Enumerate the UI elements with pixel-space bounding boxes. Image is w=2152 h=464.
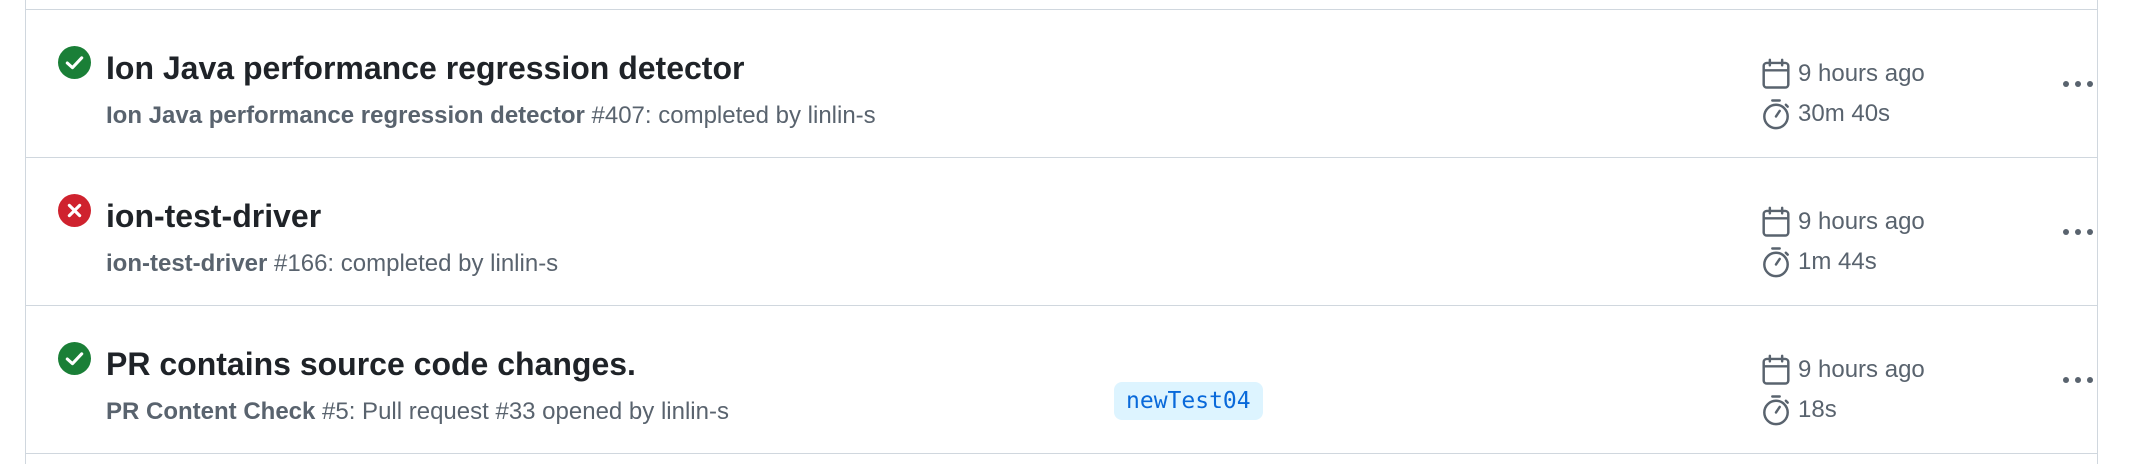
stopwatch-icon xyxy=(1763,247,1789,278)
run-started-text: 9 hours ago xyxy=(1798,356,1925,383)
more-options-button[interactable] xyxy=(2056,220,2100,244)
kebab-dot-icon xyxy=(2063,81,2069,87)
calendar-icon xyxy=(1762,58,1790,89)
calendar-icon xyxy=(1762,206,1790,237)
run-duration: 18s xyxy=(1761,394,1837,426)
run-title[interactable]: PR contains source code changes. xyxy=(106,344,636,384)
kebab-dot-icon xyxy=(2063,377,2069,383)
run-detail: #166: completed by linlin-s xyxy=(267,250,559,277)
kebab-dot-icon xyxy=(2063,229,2069,235)
workflow-name[interactable]: Ion Java performance regression detector xyxy=(106,102,585,129)
workflow-run-row[interactable]: Ion Java performance regression detector… xyxy=(26,10,2097,158)
run-detail: #5: Pull request #33 opened by linlin-s xyxy=(315,398,729,425)
run-started-text: 9 hours ago xyxy=(1798,60,1925,87)
run-subtitle: PR Content Check #5: Pull request #33 op… xyxy=(106,396,729,428)
run-title[interactable]: Ion Java performance regression detector xyxy=(106,48,744,88)
workflow-runs-list: Ion Java performance regression detector… xyxy=(25,0,2098,464)
run-subtitle: ion-test-driver #166: completed by linli… xyxy=(106,248,558,280)
check-circle-icon xyxy=(58,342,91,375)
stopwatch-icon xyxy=(1763,395,1789,426)
run-started: 9 hours ago xyxy=(1761,354,1925,386)
run-subtitle: Ion Java performance regression detector… xyxy=(106,100,876,132)
more-options-button[interactable] xyxy=(2056,72,2100,96)
more-options-button[interactable] xyxy=(2056,368,2100,392)
kebab-dot-icon xyxy=(2087,81,2093,87)
x-circle-icon xyxy=(58,194,91,227)
kebab-dot-icon xyxy=(2075,377,2081,383)
workflow-name[interactable]: ion-test-driver xyxy=(106,250,267,277)
workflow-run-row[interactable]: ion-test-driver ion-test-driver #166: co… xyxy=(26,158,2097,306)
run-duration: 1m 44s xyxy=(1761,246,1877,278)
run-duration-text: 30m 40s xyxy=(1798,100,1891,127)
run-started: 9 hours ago xyxy=(1761,58,1925,90)
run-started: 9 hours ago xyxy=(1761,206,1925,238)
kebab-dot-icon xyxy=(2087,377,2093,383)
kebab-dot-icon xyxy=(2087,229,2093,235)
run-started-text: 9 hours ago xyxy=(1798,208,1925,235)
workflow-name[interactable]: PR Content Check xyxy=(106,398,315,425)
run-duration-text: 18s xyxy=(1798,396,1837,423)
kebab-dot-icon xyxy=(2075,229,2081,235)
branch-badge[interactable]: newTest04 xyxy=(1114,382,1263,420)
kebab-dot-icon xyxy=(2075,81,2081,87)
workflow-run-row[interactable]: PR contains source code changes. PR Cont… xyxy=(26,306,2097,454)
run-title[interactable]: ion-test-driver xyxy=(106,196,321,236)
run-detail: #407: completed by linlin-s xyxy=(584,102,876,129)
calendar-icon xyxy=(1762,354,1790,385)
stopwatch-icon xyxy=(1763,99,1789,130)
check-circle-icon xyxy=(58,46,91,79)
run-duration: 30m 40s xyxy=(1761,98,1890,130)
run-duration-text: 1m 44s xyxy=(1798,248,1877,275)
